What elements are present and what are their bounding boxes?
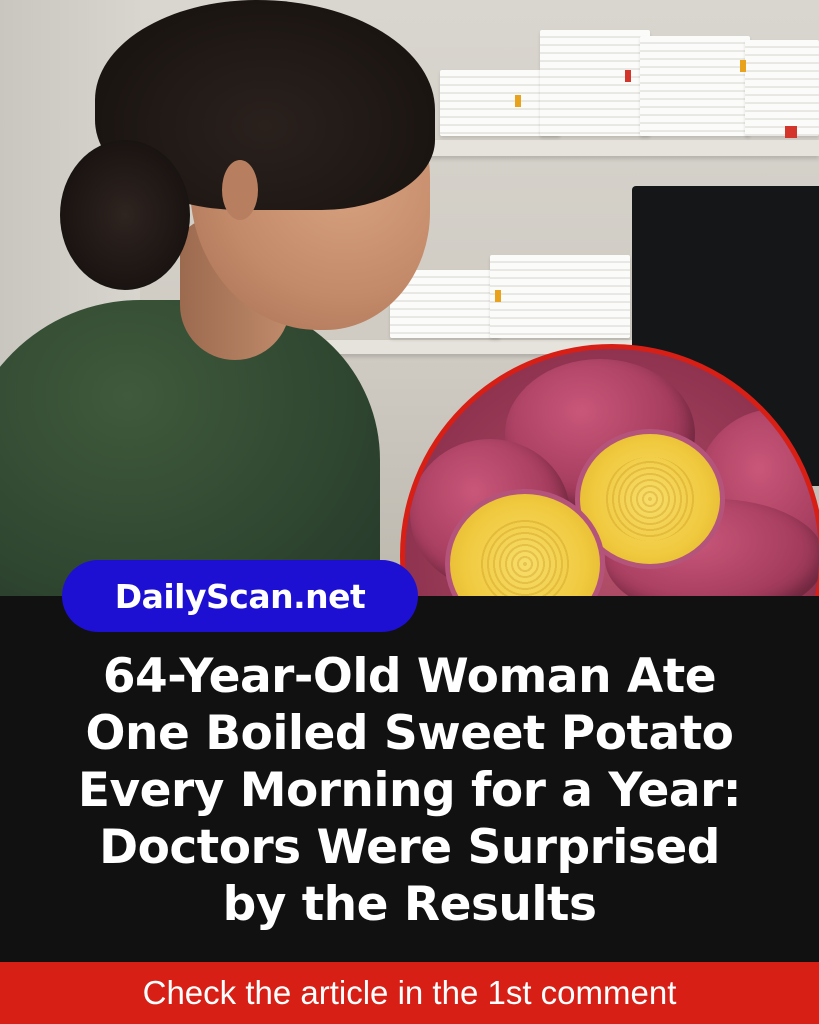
headline-line: by the Results — [222, 877, 597, 932]
cta-text: Check the article in the 1st comment — [142, 974, 677, 1011]
site-badge: DailyScan.net — [62, 560, 418, 632]
cta-footer: Check the article in the 1st comment — [0, 962, 819, 1024]
headline-line: Doctors Were Surprised — [99, 820, 720, 875]
headline-line: 64-Year-Old Woman Ate — [102, 649, 717, 704]
headline-line: One Boiled Sweet Potato — [85, 706, 734, 761]
post-image: DailyScan.net 64-Year-Old Woman Ate One … — [0, 0, 819, 1024]
site-badge-label: DailyScan.net — [114, 576, 366, 616]
headline: 64-Year-Old Woman Ate One Boiled Sweet P… — [0, 648, 819, 933]
shelf — [430, 140, 819, 156]
headline-line: Every Morning for a Year: — [77, 763, 742, 818]
